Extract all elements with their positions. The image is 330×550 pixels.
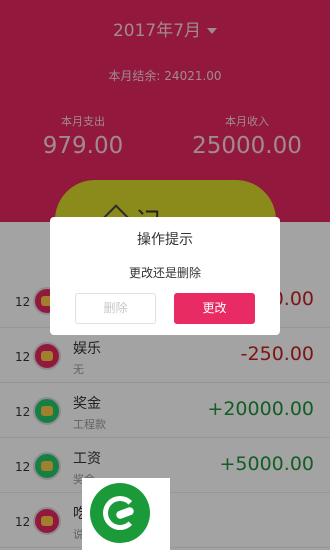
delete-button[interactable]: 删除 xyxy=(75,293,156,324)
watermark-logo xyxy=(82,478,170,550)
change-button[interactable]: 更改 xyxy=(174,293,255,324)
action-dialog: 操作提示 更改还是删除 删除 更改 xyxy=(50,217,280,335)
leaf-logo-icon xyxy=(90,483,150,543)
dialog-title: 操作提示 xyxy=(137,232,193,248)
dialog-message: 更改还是删除 xyxy=(128,266,201,280)
